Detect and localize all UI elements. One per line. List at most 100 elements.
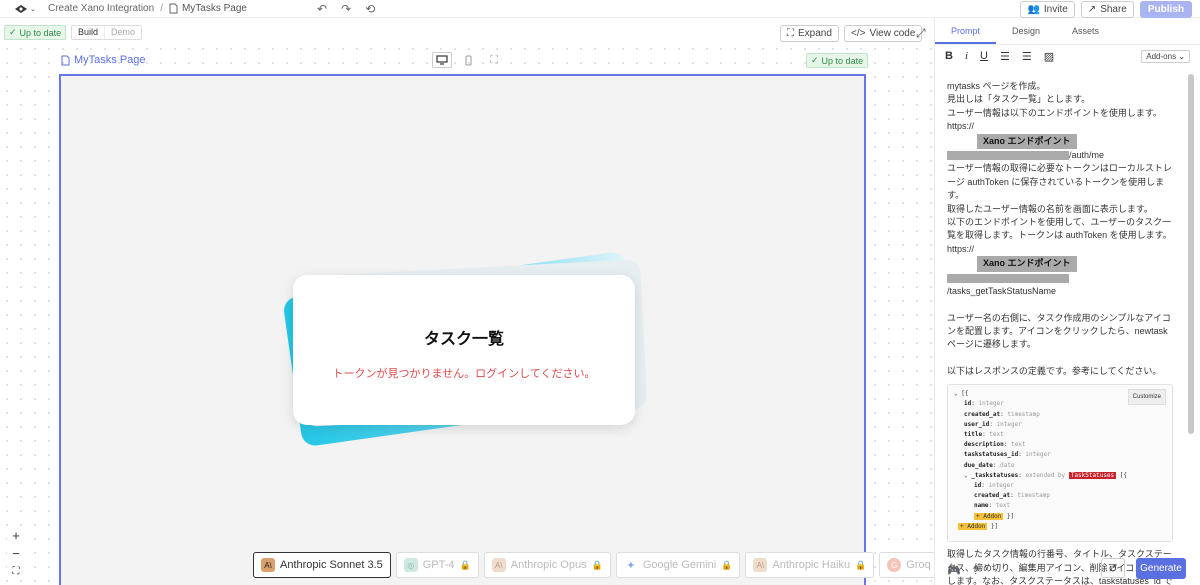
generate-button[interactable]: Generate [1136,558,1186,579]
url-suffix: /tasks_getTaskStatusName [947,286,1057,297]
schema-field: created_at: timestamp [964,410,1040,418]
restore-button[interactable]: ↺ [1101,558,1125,578]
share-button[interactable]: ↗ Share [1080,0,1134,18]
schema-key: taskstatuses_id [964,451,1019,459]
addon-button[interactable]: + Addon [958,522,988,530]
zoom-controls: + − ⛶ [7,527,25,579]
expand-button[interactable]: ⛶ Expand [780,25,839,42]
model-label: Groq [906,559,931,571]
page-preview-frame[interactable]: タスク一覧 トークンが見つかりません。ログインしてください。 [59,74,866,585]
schema-key: _taskstatuses [971,471,1019,479]
model-label: Anthropic Haiku [772,559,851,571]
panel-tabs: Prompt Design Assets [935,18,1200,45]
mobile-icon[interactable] [458,52,478,68]
schema-key: due_date [964,461,993,469]
schema-type: integer [996,420,1022,428]
breadcrumb-page-label: MyTasks Page [181,3,247,14]
url-prefix: https:// [947,121,975,132]
restore-icon: ↺ [1108,562,1118,575]
schema-type: timestamp [1017,492,1050,500]
history-controls: ↶ ↷ ⟲ [317,2,375,16]
addon-label: Addon [983,512,1002,520]
image-icon[interactable]: ▨ [1044,50,1054,63]
breadcrumb-project[interactable]: Create Xano Integration [48,3,154,14]
page-title: タスク一覧 [423,331,504,348]
schema-type: integer [978,400,1004,408]
fullscreen-icon[interactable]: ⤢ [916,26,926,41]
numbered-list-icon[interactable]: ☰ [1000,50,1010,63]
anthropic-icon: A\ [491,558,506,572]
help-icon[interactable]: ? [973,565,979,577]
prompt-line: ユーザー名の右側に、タスク作成用のシンプルなアイコンを配置します。アイコンをクリ… [947,312,1171,350]
schema-type: text [995,502,1011,510]
logo-icon [15,4,27,13]
bullet-list-icon[interactable]: ☰ [1022,50,1032,63]
model-gpt4[interactable]: ◎ GPT-4 🔒 [395,552,479,578]
prompt-line: 取得したユーザー情報の名前を画面に表示します。 [947,203,1153,214]
tab-assets[interactable]: Assets [1056,18,1115,44]
prompt-scrollbar[interactable] [1188,74,1194,434]
model-anthropic-opus[interactable]: A\ Anthropic Opus 🔒 [483,552,611,578]
schema-addon-row: + Addon }] [974,512,1015,520]
device-toggle: ⛶ [432,52,504,68]
expand-label: Expand [798,28,832,39]
schema-type: timestamp [1007,410,1040,418]
bold-icon[interactable]: B [945,50,953,62]
build-tab[interactable]: Build [72,26,104,39]
redacted-endpoint: Xano エンドポイント [977,133,1077,150]
canvas-page-label[interactable]: MyTasks Page [61,54,146,66]
schema-type: integer [1025,451,1051,459]
tab-design[interactable]: Design [996,18,1056,44]
prompt-line: mytasks ページを作成。 [947,81,1046,91]
desktop-icon[interactable] [432,52,452,68]
prompt-editor[interactable]: mytasks ページを作成。 見出しは「タスク一覧」とします。 ユーザー情報は… [947,80,1173,585]
addons-dropdown[interactable]: Add-ons ⌄ [1141,49,1190,63]
prompt-line: ユーザー情報は以下のエンドポイントを使用します。 [947,107,1162,118]
history-icon[interactable]: ⟲ [365,2,375,16]
schema-open-bracket: [{ [961,390,969,398]
top-bar: ⌄ Create Xano Integration / MyTasks Page… [0,0,1200,18]
code-icon: </> [851,28,866,39]
schema-key: id [964,400,972,408]
lock-icon: 🔒 [591,559,603,570]
fit-view-icon[interactable]: ⛶ [7,563,25,579]
format-toolbar: B i U ☰ ☰ ▨ Add-ons ⌄ [935,45,1200,67]
share-label: Share [1100,3,1127,15]
demo-tab[interactable]: Demo [104,26,141,39]
invite-button[interactable]: 👥 Invite [1020,0,1075,18]
url-suffix: /auth/me [1069,150,1105,161]
chevron-down-icon: ⌄ [30,5,36,13]
file-icon [61,55,70,65]
prompt-line: 以下はレスポンスの定義です。参考にしてください。 [947,365,1162,376]
model-groq[interactable]: G Groq [879,552,939,578]
schema-type: text [1010,441,1026,449]
zoom-in-icon[interactable]: + [7,527,25,543]
view-code-button[interactable]: </> View code [844,25,923,42]
customize-button[interactable]: Customize [1127,389,1166,406]
undo-icon[interactable]: ↶ [317,2,327,16]
schema-field: description: text [964,441,1026,449]
model-google-gemini[interactable]: ✦ Google Gemini 🔒 [615,552,741,578]
breadcrumb-separator: / [160,3,163,14]
model-anthropic-sonnet[interactable]: A\ Anthropic Sonnet 3.5 [253,552,391,578]
italic-icon[interactable]: i [965,50,968,62]
redacted-endpoint: Xano エンドポイント [977,256,1077,272]
app-logo-menu[interactable]: ⌄ [14,4,40,14]
publish-button[interactable]: Publish [1139,0,1192,18]
redo-icon[interactable]: ↷ [341,2,351,16]
schema-key: id [974,481,982,489]
breadcrumb-page[interactable]: MyTasks Page [169,3,247,14]
tab-prompt[interactable]: Prompt [935,18,997,44]
zoom-out-icon[interactable]: − [7,545,25,561]
prompt-line: /auth/me [947,149,1173,162]
addon-button[interactable]: + Addon [974,512,1004,520]
discord-icon[interactable]: 🎮 [947,564,961,577]
schema-type: text [989,430,1004,438]
underline-icon[interactable]: U [980,50,988,62]
fit-screen-icon[interactable]: ⛶ [484,52,504,68]
schema-field: due_date: date [964,461,1015,469]
expand-icon: ⛶ [787,28,794,39]
model-anthropic-haiku[interactable]: A\ Anthropic Haiku 🔒 [745,552,875,578]
